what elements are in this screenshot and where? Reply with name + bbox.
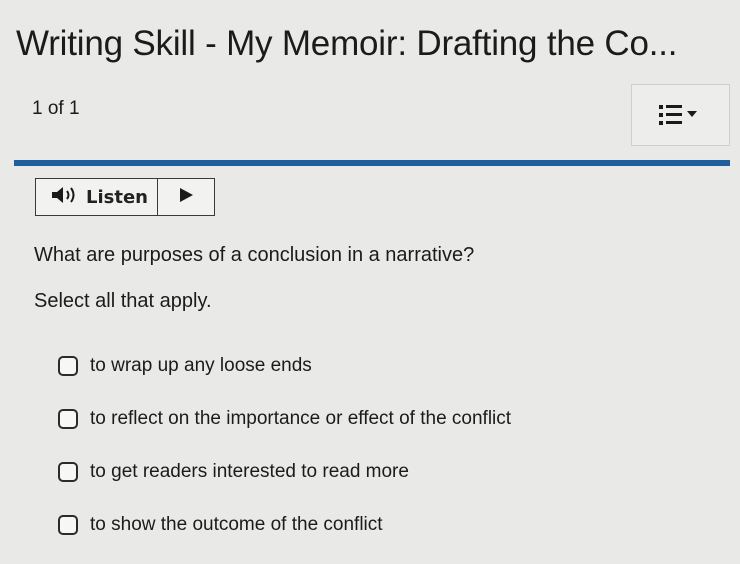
speaker-icon <box>50 185 86 210</box>
list-dropdown-icon <box>657 103 705 127</box>
answer-option[interactable]: to wrap up any loose ends <box>58 352 511 380</box>
answer-option-label: to wrap up any loose ends <box>90 355 312 376</box>
page-title: Writing Skill - My Memoir: Drafting the … <box>16 24 678 63</box>
answer-option[interactable]: to show the outcome of the conflict <box>58 511 511 539</box>
listen-control: Listen <box>35 178 215 216</box>
question-instruction: Select all that apply. <box>34 290 212 312</box>
listen-label: Listen <box>86 186 148 208</box>
answer-checkbox[interactable] <box>58 462 78 482</box>
answer-option-label: to reflect on the importance or effect o… <box>90 408 512 429</box>
answer-checkbox[interactable] <box>58 409 78 429</box>
answer-checkbox[interactable] <box>58 356 78 376</box>
answer-options: to wrap up any loose ends to reflect on … <box>58 352 511 564</box>
answer-option-label: to get readers interested to read more <box>90 461 409 482</box>
question-counter: 1 of 1 <box>32 98 80 119</box>
question-prompt: What are purposes of a conclusion in a n… <box>34 244 475 266</box>
answer-option[interactable]: to reflect on the importance or effect o… <box>58 405 511 433</box>
listen-button[interactable]: Listen <box>36 179 158 215</box>
answer-option-label: to show the outcome of the conflict <box>90 514 383 535</box>
answer-option[interactable]: to get readers interested to read more <box>58 458 511 486</box>
play-icon <box>178 187 194 208</box>
question-list-menu-button[interactable] <box>631 84 730 146</box>
answer-checkbox[interactable] <box>58 515 78 535</box>
play-button[interactable] <box>158 179 214 215</box>
header-divider <box>14 160 730 166</box>
